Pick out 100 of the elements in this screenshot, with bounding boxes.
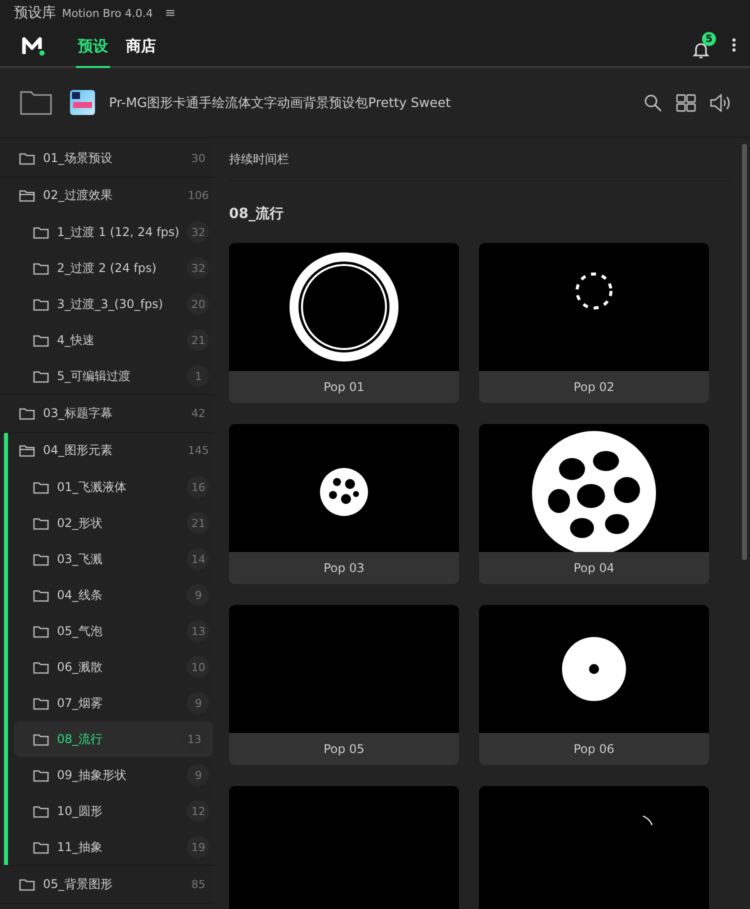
item-count: 32	[187, 257, 210, 279]
tree-item-label: 02_过渡效果	[43, 187, 114, 204]
folder-icon	[33, 334, 49, 346]
preset-name: Pop 06	[572, 741, 616, 758]
folder-icon[interactable]	[20, 90, 52, 115]
timeline-label: 持续时间栏	[229, 138, 732, 181]
pack-title: Pr-MG图形卡通手绘流体文字动画背景预设包Pretty Sweet	[109, 94, 452, 112]
tree-item-label: 07_烟雾	[57, 694, 104, 712]
tree-item-label: 04_线条	[57, 586, 104, 604]
menu-icon[interactable]: ≡	[164, 6, 176, 20]
tree-item[interactable]: 07_烟雾 9	[0, 685, 218, 721]
item-count: 1	[187, 365, 210, 387]
item-count: 32	[187, 221, 210, 243]
tree-item-label: 2_过渡 2 (24 fps)	[57, 260, 158, 276]
preset-card[interactable]: Pop 03	[229, 424, 459, 584]
item-count: 21	[187, 512, 210, 534]
tree-item-label: 03_飞溅	[57, 550, 104, 568]
tree-item[interactable]: 11_抽象 19	[0, 829, 218, 865]
folder-icon	[33, 226, 49, 238]
item-count: 145	[187, 443, 210, 460]
tree-item-label: 01_场景预设	[43, 150, 114, 167]
search-icon[interactable]	[644, 94, 662, 112]
app-name: Motion Bro 4.0.4	[62, 6, 153, 20]
tree-item[interactable]: 2_过渡 2 (24 fps) 32	[0, 250, 218, 286]
grid-view-icon[interactable]	[676, 94, 696, 112]
folder-icon	[33, 516, 49, 530]
item-count: 13	[187, 620, 210, 642]
preset-card[interactable]: Pop 06	[479, 605, 709, 765]
preset-card[interactable]: Pop 02	[479, 243, 709, 403]
preset-card[interactable]: Pop 05	[229, 605, 459, 765]
tree-item[interactable]: 10_圆形 12	[0, 793, 218, 829]
tree-item-label: 04_图形元素	[43, 442, 114, 460]
folder-icon	[33, 732, 49, 746]
folder-icon	[33, 804, 49, 818]
tree-item[interactable]: 4_快速 21	[0, 322, 218, 358]
preset-card[interactable]: Pop 01	[229, 243, 459, 403]
tree-item-label: 3_过渡_3_(30_fps)	[57, 296, 164, 312]
tree-item-label: 11_抽象	[57, 838, 104, 856]
tree-item-label: 02_形状	[57, 514, 104, 532]
tree-item[interactable]: 1_过渡 1 (12, 24 fps) 32	[0, 214, 218, 250]
tree-item-label: 06_溅散	[57, 658, 104, 676]
folder-icon	[33, 588, 49, 602]
tree-item-label: 10_圆形	[57, 802, 104, 820]
tree-item[interactable]: 09_抽象形状 9	[0, 757, 218, 793]
tree-item[interactable]: 03_飞溅 14	[0, 541, 218, 577]
preset-name: Pop 01	[322, 379, 366, 396]
tree-item[interactable]: 02_形状 21	[0, 505, 218, 541]
speaker-icon[interactable]	[710, 94, 732, 112]
tree-item-label: 4_快速	[57, 332, 96, 348]
tab[interactable]: 预设	[76, 26, 110, 68]
tree-item-label: 05_气泡	[57, 622, 104, 640]
item-count: 10	[187, 656, 210, 678]
tree-item[interactable]: 06_溅散 10	[0, 649, 218, 685]
more-icon[interactable]	[732, 38, 736, 52]
item-count: 30	[190, 150, 206, 167]
item-count: 42	[190, 406, 206, 422]
folder-icon	[33, 840, 49, 854]
tree-item-label: 03_标题字幕	[43, 404, 114, 422]
item-count: 19	[187, 836, 210, 858]
window-title: 预设库	[14, 4, 56, 22]
tree-item[interactable]: 03_标题字幕 42	[0, 395, 218, 432]
item-count: 12	[187, 800, 210, 822]
folder-icon	[33, 768, 49, 782]
tree-item-label: 1_过渡 1 (12, 24 fps)	[57, 224, 180, 240]
preset-card[interactable]: Pop 04	[479, 424, 709, 584]
tree-item[interactable]: 05_气泡 13	[0, 613, 218, 649]
preset-name: Pop 05	[322, 741, 366, 758]
item-count: 9	[187, 764, 210, 786]
item-count: 16	[187, 476, 210, 498]
preset-name: Pop 03	[322, 560, 366, 577]
tab[interactable]: 商店	[124, 26, 158, 68]
tree-item[interactable]: 04_线条 9	[0, 577, 218, 613]
tree-item[interactable]: 3_过渡_3_(30_fps) 20	[0, 286, 218, 322]
folder-icon	[33, 262, 49, 274]
tree-item-label: 05_背景图形	[43, 876, 114, 893]
tree-item[interactable]: 01_飞溅液体 16	[0, 469, 218, 505]
tree-item[interactable]: 05_背景图形 85	[0, 866, 218, 902]
tree-item[interactable]: 02_过渡效果 106	[0, 178, 218, 214]
item-count: 9	[187, 584, 210, 606]
preset-name: Pop 04	[572, 560, 616, 577]
tree-item[interactable]: 5_可编辑过渡 1	[0, 358, 218, 394]
logo-icon	[22, 35, 46, 57]
item-count: 20	[187, 293, 210, 315]
pack-thumbnail	[70, 90, 95, 115]
folder-icon	[33, 298, 49, 310]
item-count: 21	[187, 329, 210, 351]
tree-item[interactable]: 01_场景预设 30	[0, 140, 218, 176]
tree-item[interactable]: 08_流行 13	[14, 721, 214, 757]
item-count: 106	[187, 188, 210, 204]
notification-button[interactable]: 5	[692, 32, 716, 60]
tree-item[interactable]: 04_图形元素 145	[0, 432, 218, 469]
folder-icon	[33, 552, 49, 566]
tree-item-label: 08_流行	[57, 730, 104, 748]
item-count: 9	[187, 692, 210, 714]
folder-icon	[33, 480, 49, 494]
item-count: 85	[190, 876, 206, 893]
tree-item-label: 09_抽象形状	[57, 766, 128, 784]
item-count: 14	[187, 548, 210, 570]
folder-icon	[33, 696, 49, 710]
tree-item-label: 01_飞溅液体	[57, 478, 128, 496]
